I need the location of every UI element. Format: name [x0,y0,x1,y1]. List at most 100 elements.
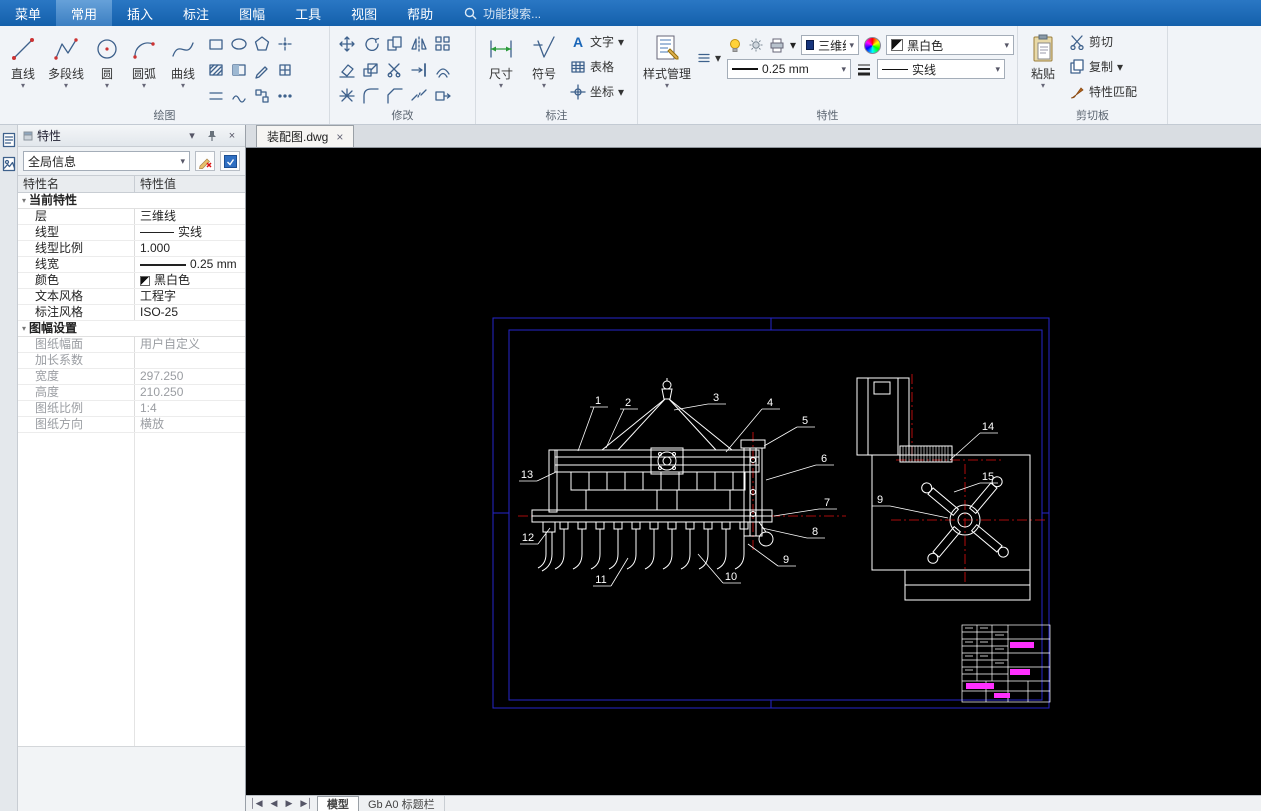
tool-polyline-button[interactable]: 多段线 ▾ [44,29,88,90]
ellipse-icon[interactable] [230,35,248,53]
ribbon-filler [1168,26,1261,124]
property-row-ltscale[interactable]: 线型比例 1.000 [18,241,245,257]
extend-icon[interactable] [410,61,428,79]
scope-select[interactable]: 全局信息 ▾ [23,151,190,171]
tool-line-button[interactable]: 直线 ▾ [5,29,41,90]
last-layout-button[interactable]: ▶│ [296,798,317,809]
color-wheel-icon[interactable] [864,36,882,54]
style-manager-button[interactable]: 样式管理 ▾ [643,29,691,90]
erase-icon[interactable] [338,61,356,79]
property-row-scale[interactable]: 图纸比例 1:4 [18,401,245,417]
break-icon[interactable] [410,87,428,105]
paste-icon [1030,31,1056,67]
stretch-icon[interactable] [434,87,452,105]
panel-menu-icon[interactable]: ▾ [184,128,200,144]
sketch-icon[interactable] [253,61,271,79]
prev-layout-button[interactable]: ◀ [267,798,282,809]
coordinate-button[interactable]: 坐标 ▾ [567,79,627,104]
property-row-color[interactable]: 颜色 黑白色 [18,273,245,289]
tab-close-icon[interactable]: × [336,130,343,144]
region-icon[interactable] [276,61,294,79]
menu-tab-sheet[interactable]: 图幅 [224,0,280,26]
layer-select[interactable]: 三维线 ▾ [801,35,860,55]
menu-tab-help[interactable]: 帮助 [392,0,448,26]
property-row-textstyle[interactable]: 文本风格 工程字 [18,289,245,305]
layout-tab-gb-a0[interactable]: Gb A0 标题栏 [359,796,445,811]
next-layout-button[interactable]: ▶ [281,798,296,809]
edit-redline-icon[interactable] [195,151,215,171]
gradient-icon[interactable] [230,61,248,79]
property-row-linetype[interactable]: 线型 实线 [18,225,245,241]
match-properties-button[interactable]: 特性匹配 [1066,79,1140,104]
property-row-orientation[interactable]: 图纸方向 横放 [18,417,245,433]
property-row-height[interactable]: 高度 210.250 [18,385,245,401]
paste-button[interactable]: 粘贴 ▾ [1023,29,1063,90]
menu-tab-view[interactable]: 视图 [336,0,392,26]
array-icon[interactable] [434,35,452,53]
panel-close-icon[interactable]: × [224,128,240,144]
bulb-icon[interactable] [727,37,743,53]
gear-icon[interactable] [748,37,764,53]
copy-object-icon[interactable] [386,35,404,53]
revcloud-icon[interactable] [230,87,248,105]
property-row-sheet-size[interactable]: 图纸幅面 用户自定义 [18,337,245,353]
group-sheet-settings[interactable]: ▾ 图幅设置 [18,321,245,337]
offset-icon[interactable] [434,61,452,79]
spline-icon [170,31,196,67]
point-icon[interactable] [276,35,294,53]
tool-arc-button[interactable]: 圆弧 ▾ [126,29,162,90]
fillet-icon[interactable] [362,87,380,105]
draw-more-icon[interactable] [276,87,294,105]
property-row-lineweight[interactable]: 线宽 0.25 mm [18,257,245,273]
menu-tab-tools[interactable]: 工具 [280,0,336,26]
menu-tab-menu[interactable]: 菜单 [0,0,56,26]
group-current-properties[interactable]: ▾ 当前特性 [18,193,245,209]
trim-icon[interactable] [386,61,404,79]
dimension-button[interactable]: 尺寸 ▾ [481,29,521,90]
property-row-dimstyle[interactable]: 标注风格 ISO-25 [18,305,245,321]
drawing-canvas[interactable]: 1 2 3 4 5 6 7 8 9 10 11 12 13 9 14 15 [246,148,1261,795]
mirror-icon[interactable] [410,35,428,53]
color-select[interactable]: 黑白色 ▾ [886,35,1015,55]
table-button[interactable]: 表格 [567,54,627,79]
property-row-lengthen-factor[interactable]: 加长系数 [18,353,245,369]
multiline-icon[interactable] [207,87,225,105]
property-row-layer[interactable]: 层 三维线 [18,209,245,225]
symbol-button[interactable]: 符号 ▾ [524,29,564,90]
menu-tab-home[interactable]: 常用 [56,0,113,26]
lineweight-select[interactable]: 0.25 mm ▾ [727,59,852,79]
scale-icon[interactable] [362,61,380,79]
printer-icon[interactable] [769,37,785,53]
linetype-select[interactable]: 实线 ▾ [877,59,1006,79]
library-palette-icon[interactable] [2,155,16,173]
function-search[interactable]: 功能搜索... [464,0,541,26]
properties-palette-icon[interactable] [2,131,16,149]
panel-title: 特性 [37,129,62,143]
lineweight-display-icon[interactable] [856,61,872,77]
tool-circle-button[interactable]: 圆 ▾ [91,29,123,90]
rectangle-icon[interactable] [207,35,225,53]
block-icon[interactable] [253,87,271,105]
explode-icon[interactable] [338,87,356,105]
layout-tab-bar: │◀ ◀ ▶ ▶│ 模型 Gb A0 标题栏 [246,795,1261,811]
rotate-icon[interactable] [362,35,380,53]
display-options-caret-icon[interactable]: ▾ [790,38,796,52]
polygon-icon[interactable] [253,35,271,53]
chamfer-icon[interactable] [386,87,404,105]
menu-tab-dimension[interactable]: 标注 [168,0,224,26]
text-button[interactable]: A 文字 ▾ [567,29,627,54]
panel-pin-icon[interactable] [204,128,220,144]
move-icon[interactable] [338,35,356,53]
document-tab[interactable]: 装配图.dwg × [256,125,355,147]
property-row-width[interactable]: 宽度 297.250 [18,369,245,385]
first-layout-button[interactable]: │◀ [246,798,267,809]
hatch-icon[interactable] [207,61,225,79]
cut-button[interactable]: 剪切 [1066,29,1140,54]
tool-spline-button[interactable]: 曲线 ▾ [165,29,201,90]
brush-icon [1069,84,1085,100]
list-options-button[interactable]: ▾ [694,45,724,70]
copy-button[interactable]: 复制 ▾ [1066,54,1140,79]
quick-select-icon[interactable] [220,151,240,171]
menu-tab-insert[interactable]: 插入 [112,0,168,26]
layout-tab-model[interactable]: 模型 [316,796,359,811]
